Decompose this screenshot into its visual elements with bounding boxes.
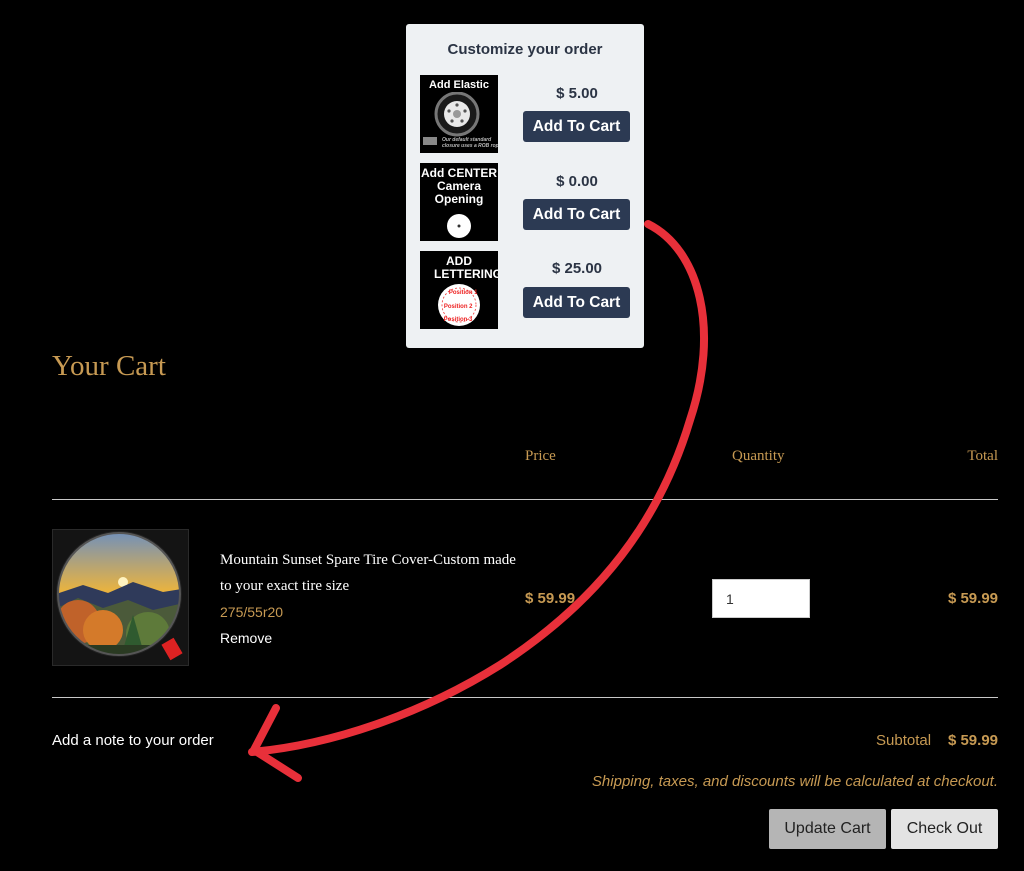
subtotal-value: $ 59.99	[947, 732, 998, 749]
remove-item-link[interactable]: Remove	[220, 630, 272, 646]
popup-title: Customize your order	[447, 41, 603, 58]
elastic-price: $ 5.00	[556, 85, 598, 102]
header-divider	[52, 499, 998, 500]
camera-opening-price: $ 0.00	[556, 173, 598, 190]
total-column-header: Total	[967, 448, 998, 464]
option-caption: Add Elastic	[429, 79, 489, 91]
quantity-input[interactable]	[712, 579, 810, 618]
lettering-option-image: ADD LETTERING Position 1 Position 2 Posi…	[420, 251, 498, 329]
item-total: $ 59.99	[947, 590, 998, 607]
position-1-label: Position 1	[449, 290, 478, 296]
product-thumbnail[interactable]	[52, 529, 189, 666]
shipping-note: Shipping, taxes, and discounts will be c…	[591, 773, 998, 790]
camera-option-image: Add CENTER Camera Opening	[420, 163, 498, 241]
lettering-price: $ 25.00	[551, 260, 603, 277]
arrow-head	[250, 704, 302, 782]
checkout-button[interactable]: Check Out	[891, 809, 998, 849]
add-elastic-button[interactable]: Add To Cart	[523, 111, 630, 142]
quantity-column-header: Quantity	[732, 448, 785, 464]
tire-icon: Our default standard closure uses a ROB …	[423, 91, 498, 149]
lettering-positions-icon: Position 1 Position 2 Position 3	[438, 284, 480, 326]
subtotal-label: Subtotal	[876, 732, 932, 749]
position-3-label: Position 3	[444, 317, 473, 323]
add-note-link[interactable]: Add a note to your order	[52, 732, 214, 749]
elastic-fine-print: Our default standard closure uses a ROB …	[442, 137, 498, 149]
product-variant: 275/55r20	[220, 604, 284, 620]
spare-tire-cover-image	[56, 531, 183, 661]
price-column-header: Price	[525, 448, 556, 464]
add-lettering-button[interactable]: Add To Cart	[523, 287, 630, 318]
customize-popup: Customize your order Add Elastic Our def…	[406, 24, 644, 348]
product-title-link[interactable]: Mountain Sunset Spare Tire Cover-Custom …	[220, 547, 520, 599]
camera-opening-icon	[447, 214, 471, 238]
elastic-option-image: Add Elastic Our default standard closure…	[420, 75, 498, 153]
update-cart-button[interactable]: Update Cart	[769, 809, 886, 849]
option-caption: ADD LETTERING	[434, 254, 498, 281]
add-camera-opening-button[interactable]: Add To Cart	[523, 199, 630, 230]
position-2-label: Position 2	[444, 304, 473, 310]
page-title: Your Cart	[52, 350, 166, 382]
option-caption: Add CENTER Camera Opening	[421, 166, 497, 206]
item-divider	[52, 697, 998, 698]
item-price: $ 59.99	[525, 590, 575, 607]
